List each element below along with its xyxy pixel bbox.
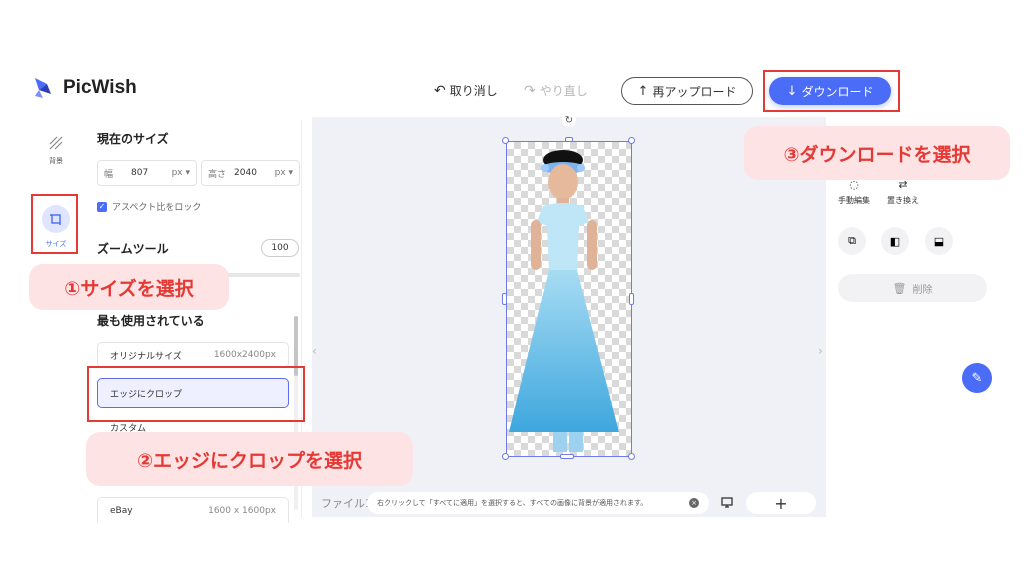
highlight-download bbox=[763, 70, 900, 112]
height-value: 2040 bbox=[234, 168, 257, 178]
preset-ebay[interactable]: eBay 1600 x 1600px bbox=[97, 497, 289, 523]
rail-background-label: 背景 bbox=[49, 157, 63, 165]
resize-handle[interactable] bbox=[560, 454, 574, 459]
resize-handle[interactable] bbox=[628, 137, 635, 144]
edit-note-icon: ✎ bbox=[971, 370, 983, 386]
resize-handle[interactable] bbox=[629, 293, 634, 305]
resize-handle[interactable] bbox=[502, 293, 507, 305]
undo-label: 取り消し bbox=[449, 84, 498, 98]
manual-edit-label: 手動編集 bbox=[838, 196, 870, 205]
flip-vertical-icon: ⬓ bbox=[933, 234, 945, 248]
callout-step2: ②エッジにクロップを選択 bbox=[86, 432, 413, 486]
flip-horizontal-button[interactable]: ◧ bbox=[881, 227, 909, 255]
delete-label: 削除 bbox=[912, 284, 933, 296]
apply-all-hint: 右クリックして「すべてに適用」を選択すると、すべての画像に背景が適用されます。 … bbox=[367, 492, 709, 514]
flip-horizontal-icon: ◧ bbox=[889, 234, 901, 248]
lock-aspect-row[interactable]: ✓ アスペクト比をロック bbox=[97, 200, 201, 213]
resize-handle[interactable] bbox=[502, 137, 509, 144]
height-label: 高さ bbox=[208, 169, 227, 180]
duplicate-button[interactable]: ⧉ bbox=[838, 227, 866, 255]
lock-aspect-label: アスペクト比をロック bbox=[112, 203, 202, 213]
add-image-button[interactable]: + bbox=[746, 492, 816, 514]
width-unit-select[interactable]: px ▾ bbox=[172, 168, 190, 178]
callout-step3: ③ダウンロードを選択 bbox=[744, 126, 1010, 180]
picwish-logo[interactable]: PicWish bbox=[33, 76, 137, 100]
width-field[interactable]: 幅 807 px ▾ bbox=[97, 160, 197, 186]
zoom-value-input[interactable]: 100 bbox=[261, 239, 299, 257]
trash-icon: 🗑 bbox=[892, 281, 907, 295]
arrow-up-icon: ↑ bbox=[637, 83, 649, 99]
resize-handle[interactable] bbox=[565, 137, 573, 142]
rail-item-background[interactable]: 背景 bbox=[33, 136, 79, 166]
monitor-icon[interactable] bbox=[718, 494, 736, 510]
height-unit-select[interactable]: px ▾ bbox=[275, 168, 293, 178]
background-pattern-icon bbox=[49, 136, 63, 150]
reupload-button[interactable]: ↑ 再アップロード bbox=[621, 77, 753, 105]
preset-label: オリジナルサイズ bbox=[110, 351, 182, 362]
collapse-left-icon[interactable]: ‹ bbox=[312, 344, 317, 358]
delete-button[interactable]: 🗑 削除 bbox=[838, 274, 987, 302]
rotate-icon[interactable]: ↻ bbox=[562, 113, 576, 127]
hint-text: 右クリックして「すべてに適用」を選択すると、すべての画像に背景が適用されます。 bbox=[377, 499, 648, 507]
replace-label: 置き換え bbox=[887, 196, 919, 205]
preset-original-size[interactable]: オリジナルサイズ 1600x2400px bbox=[97, 342, 289, 368]
close-hint-icon[interactable]: × bbox=[689, 498, 699, 508]
height-field[interactable]: 高さ 2040 px ▾ bbox=[201, 160, 300, 186]
preset-size: 1600x2400px bbox=[213, 350, 276, 360]
highlight-crop-to-edge bbox=[87, 366, 305, 422]
resize-handle[interactable] bbox=[628, 453, 635, 460]
collapse-right-icon[interactable]: › bbox=[818, 344, 823, 358]
preset-size: 1600 x 1600px bbox=[208, 505, 276, 516]
undo-icon: ↶ bbox=[434, 82, 446, 99]
lock-aspect-checkbox[interactable]: ✓ bbox=[97, 201, 107, 212]
girl-figure-icon bbox=[509, 150, 619, 452]
replace-tool[interactable]: ⇄ 置き換え bbox=[887, 178, 919, 206]
width-label: 幅 bbox=[104, 169, 114, 180]
brand-name: PicWish bbox=[63, 77, 137, 98]
flip-vertical-button[interactable]: ⬓ bbox=[925, 227, 953, 255]
redo-icon: ↷ bbox=[524, 82, 536, 99]
redo-label: やり直し bbox=[539, 84, 588, 98]
copy-icon: ⧉ bbox=[848, 234, 856, 247]
reupload-label: 再アップロード bbox=[652, 84, 737, 99]
left-rail bbox=[26, 120, 84, 516]
undo-button[interactable]: ↶ 取り消し bbox=[434, 82, 498, 99]
current-size-title: 現在のサイズ bbox=[97, 132, 169, 146]
file-label: ファイル1 bbox=[321, 497, 372, 510]
most-used-title: 最も使用されている bbox=[97, 314, 205, 328]
zoom-tool-title: ズームツール bbox=[97, 242, 169, 256]
redo-button[interactable]: ↷ やり直し bbox=[524, 82, 588, 99]
cutout-image[interactable] bbox=[506, 141, 632, 457]
resize-handle[interactable] bbox=[502, 453, 509, 460]
highlight-size-tab bbox=[31, 194, 78, 254]
callout-step1: ①サイズを選択 bbox=[29, 264, 229, 310]
preset-label: eBay bbox=[110, 505, 133, 516]
width-value: 807 bbox=[131, 168, 149, 178]
feedback-button[interactable]: ✎ bbox=[962, 363, 992, 393]
picwish-logo-icon bbox=[33, 76, 55, 100]
manual-edit-tool[interactable]: ◌ 手動編集 bbox=[838, 178, 870, 206]
